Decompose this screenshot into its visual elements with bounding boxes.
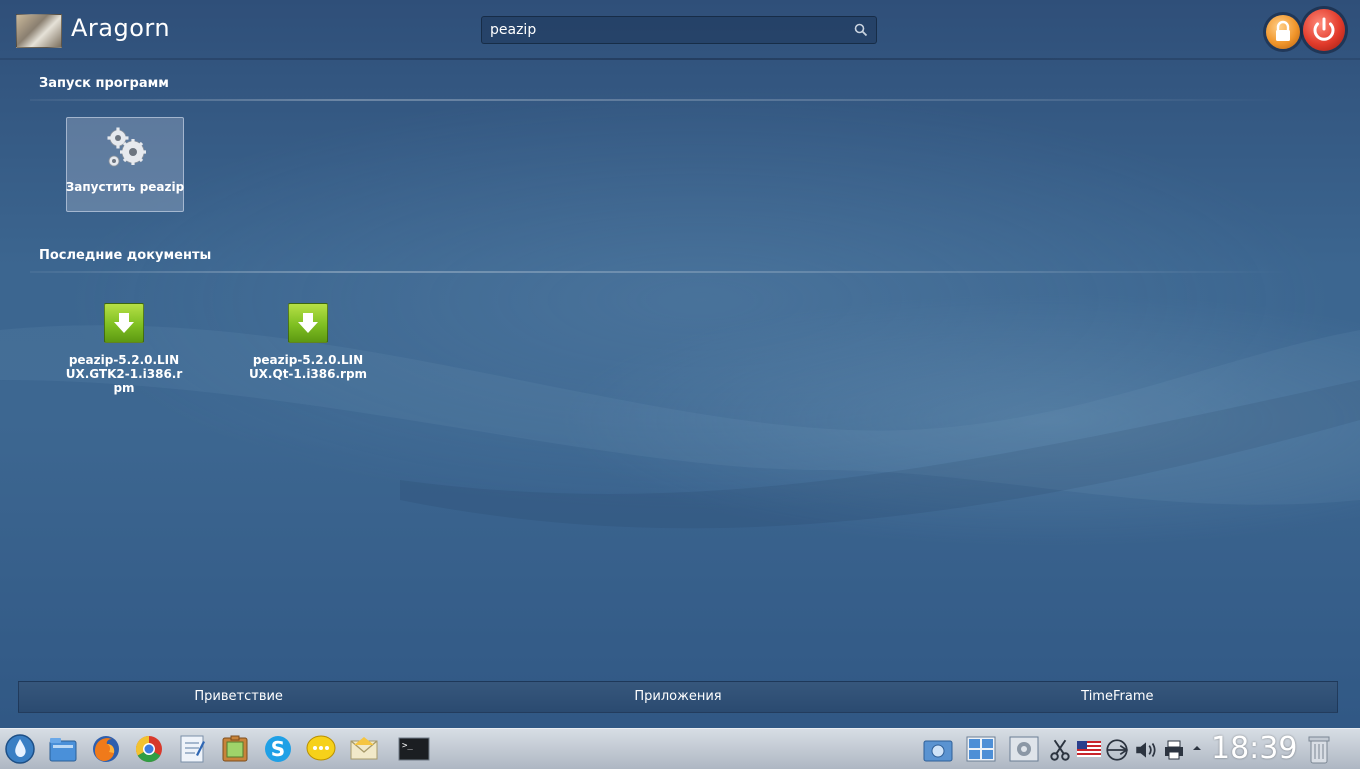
recent-document-item[interactable]: peazip-5.2.0.LINUX.Qt-1.i386.rpm <box>246 303 370 403</box>
printer-icon[interactable] <box>1162 738 1186 762</box>
section-title-launch: Запуск программ <box>39 76 169 91</box>
launch-item-label: Запустить peazip <box>65 180 185 194</box>
launcher-tabs: Приветствие Приложения TimeFrame <box>18 681 1338 713</box>
tray-expand-icon[interactable] <box>1192 743 1202 753</box>
header-divider <box>0 58 1360 60</box>
system-settings-icon[interactable] <box>1008 733 1040 765</box>
workspace-switcher-icon[interactable] <box>965 733 997 765</box>
recent-document-item[interactable]: peazip-5.2.0.LINUX.GTK2-1.i386.rpm <box>62 303 186 403</box>
skype-icon[interactable]: S <box>262 733 294 765</box>
mail-icon[interactable] <box>348 733 380 765</box>
power-button[interactable] <box>1303 9 1345 51</box>
lock-screen-button[interactable] <box>1266 15 1300 49</box>
firefox-icon[interactable] <box>90 733 122 765</box>
search-box[interactable] <box>481 16 877 44</box>
search-input[interactable] <box>490 20 850 40</box>
launch-item-peazip[interactable]: Запустить peazip <box>66 117 184 212</box>
recent-document-label: peazip-5.2.0.LINUX.Qt-1.i386.rpm <box>248 353 368 381</box>
tab-welcome[interactable]: Приветствие <box>19 682 458 712</box>
network-icon[interactable] <box>1104 737 1130 763</box>
gears-icon <box>107 127 146 167</box>
tab-applications[interactable]: Приложения <box>458 682 897 712</box>
chat-icon[interactable] <box>305 733 337 765</box>
keyboard-layout-us-flag-icon[interactable] <box>1077 739 1101 759</box>
section-divider <box>30 271 1290 273</box>
clock[interactable]: 18:39 <box>1211 729 1297 769</box>
background-wave <box>0 325 1360 529</box>
volume-icon[interactable] <box>1133 737 1159 763</box>
download-arrow-icon <box>104 303 144 343</box>
search-icon <box>854 23 868 37</box>
section-title-recent: Последние документы <box>39 248 212 263</box>
download-arrow-icon <box>288 303 328 343</box>
recent-document-label: peazip-5.2.0.LINUX.GTK2-1.i386.rpm <box>65 353 183 395</box>
text-editor-icon[interactable] <box>176 733 208 765</box>
image-viewer-icon[interactable] <box>219 733 251 765</box>
svg-text:S: S <box>271 737 285 761</box>
scissors-icon[interactable] <box>1047 737 1073 763</box>
lock-icon <box>1276 20 1290 41</box>
section-divider <box>30 99 1290 101</box>
tab-timeframe[interactable]: TimeFrame <box>898 682 1337 712</box>
power-icon <box>1313 17 1335 41</box>
trash-icon[interactable] <box>1303 733 1335 765</box>
user-avatar <box>16 14 62 48</box>
terminal-icon[interactable]: >_ <box>398 733 430 765</box>
file-manager-icon[interactable] <box>47 733 79 765</box>
chrome-icon[interactable] <box>133 733 165 765</box>
kde-menu-icon[interactable] <box>4 733 36 765</box>
screenshot-icon[interactable] <box>922 733 954 765</box>
svg-text:>_: >_ <box>402 741 413 751</box>
user-name: Aragorn <box>71 14 171 42</box>
taskbar: S >_ 18:39 <box>0 728 1360 769</box>
